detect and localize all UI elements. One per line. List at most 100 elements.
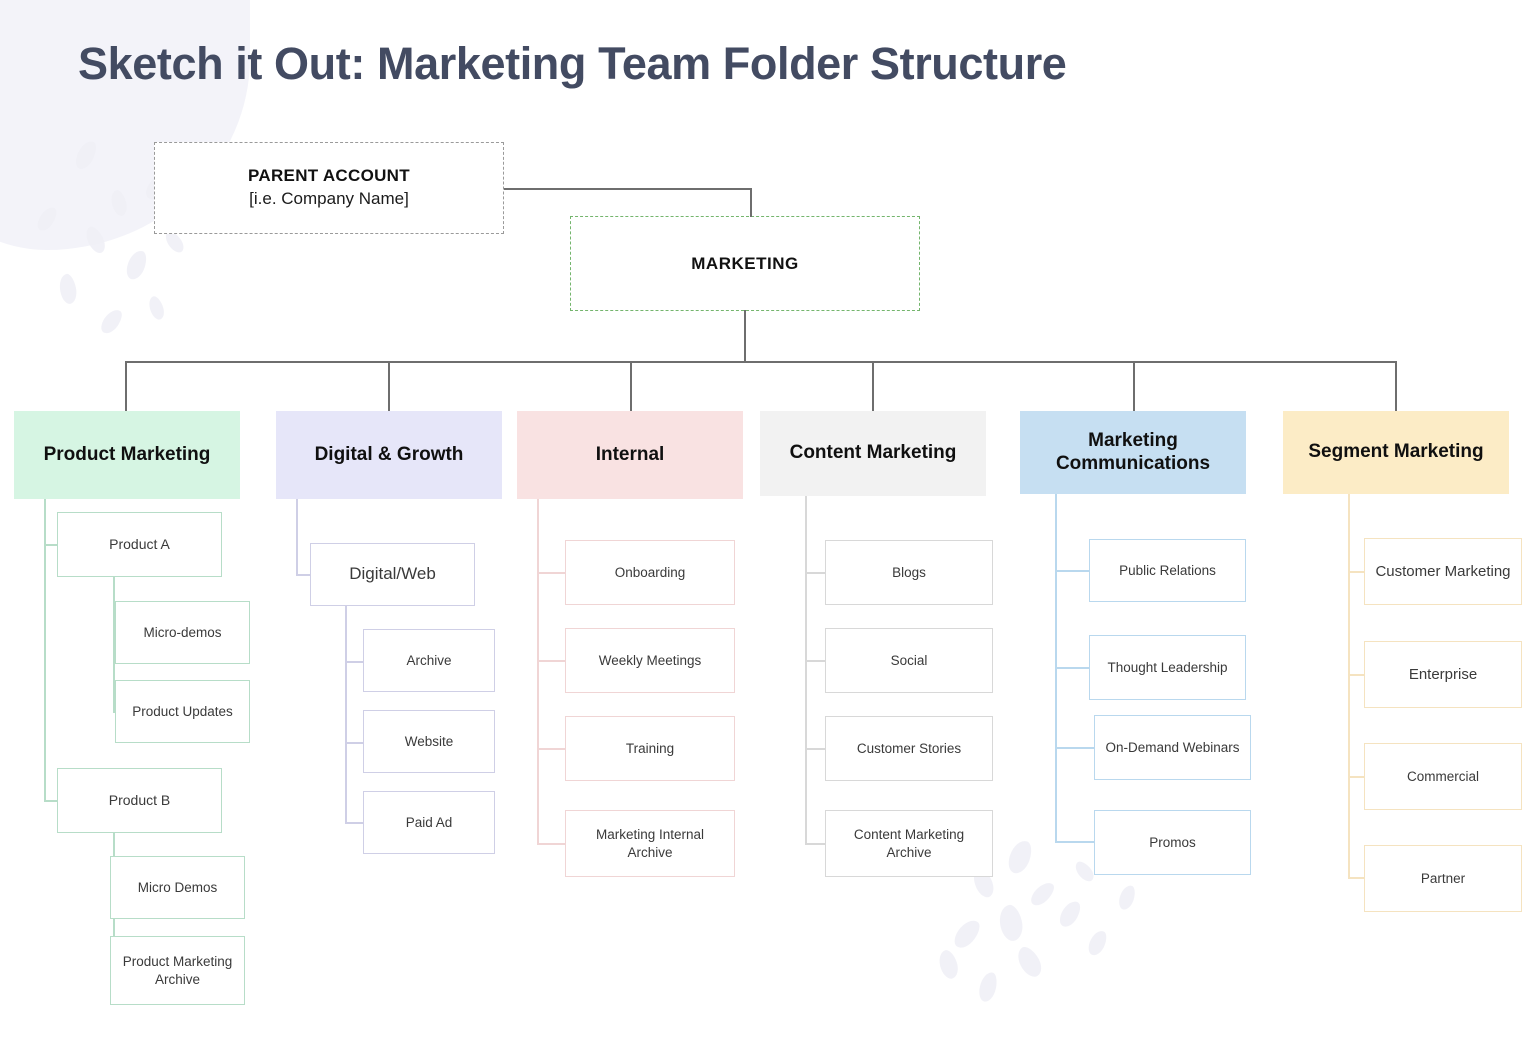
connector-c4-to-public-relations — [1055, 570, 1089, 572]
node-social[interactable]: Social — [825, 628, 993, 693]
connector-c3-to-social — [805, 660, 825, 662]
connector-digital-web-to-archive — [345, 661, 363, 663]
node-product-marketing-archive[interactable]: Product Marketing Archive — [110, 936, 245, 1005]
connector-parent-to-marketing-vertical — [750, 188, 752, 217]
decorative-petal — [123, 248, 150, 282]
decorative-petal — [108, 188, 130, 218]
page-title: Sketch it Out: Marketing Team Folder Str… — [78, 38, 1067, 89]
connector-digital-web-to-website — [345, 742, 363, 744]
node-on-demand-webinars[interactable]: On-Demand Webinars — [1094, 715, 1251, 780]
node-website[interactable]: Website — [363, 710, 495, 773]
connector-c2-spine — [537, 499, 539, 844]
node-weekly-meetings[interactable]: Weekly Meetings — [565, 628, 735, 693]
category-header-label: Content Marketing — [789, 442, 957, 464]
connector-parent-to-marketing-horizontal — [504, 188, 752, 190]
node-commercial[interactable]: Commercial — [1364, 743, 1522, 810]
decorative-petal — [977, 970, 999, 1004]
node-paid-ad[interactable]: Paid Ad — [363, 791, 495, 854]
connector-digital-web-to-paid-ad — [345, 822, 363, 824]
decorative-petal — [1027, 878, 1058, 910]
decorative-petal — [1012, 943, 1047, 981]
connector-category-bus — [125, 361, 1396, 363]
connector-c3-to-blogs — [805, 572, 825, 574]
node-label: Digital/Web — [349, 564, 436, 584]
node-partner[interactable]: Partner — [1364, 845, 1522, 912]
node-promos[interactable]: Promos — [1094, 810, 1251, 875]
decorative-petal — [97, 306, 126, 337]
category-header-segment-marketing[interactable]: Segment Marketing — [1283, 411, 1509, 494]
category-header-content-marketing[interactable]: Content Marketing — [760, 411, 986, 496]
connector-c2-to-training — [537, 748, 565, 750]
decorative-petal — [950, 915, 984, 953]
connector-c4-to-promos — [1055, 841, 1094, 843]
node-product-a[interactable]: Product A — [57, 512, 222, 577]
connector-c0-spine — [44, 499, 46, 801]
connector-c3-to-customer-stories — [805, 748, 825, 750]
decorative-petal — [1116, 883, 1138, 912]
decorative-petal — [1085, 928, 1110, 958]
connector-c3-to-cm-archive — [805, 843, 825, 845]
decorative-petal — [1005, 837, 1035, 877]
node-label: Enterprise — [1408, 665, 1478, 683]
connector-drop-marketing-communications — [1133, 361, 1135, 411]
node-label: Thought Leadership — [1107, 659, 1228, 675]
category-header-product-marketing[interactable]: Product Marketing — [14, 411, 240, 499]
category-header-label: Marketing Communications — [1055, 429, 1211, 474]
node-micro-demos-b[interactable]: Micro Demos — [110, 856, 245, 919]
connector-drop-content-marketing — [872, 361, 874, 411]
node-digital-web[interactable]: Digital/Web — [310, 543, 475, 606]
node-label: Customer Stories — [856, 740, 962, 756]
category-header-internal[interactable]: Internal — [517, 411, 743, 499]
connector-c1-spine — [296, 499, 298, 575]
category-header-label: Digital & Growth — [314, 443, 464, 465]
node-label: Commercial — [1406, 768, 1479, 784]
parent-account-box[interactable]: PARENT ACCOUNT [i.e. Company Name] — [154, 142, 504, 234]
connector-c5-to-commercial — [1348, 776, 1364, 778]
connector-drop-internal — [630, 361, 632, 411]
connector-c4-to-on-demand-webinars — [1055, 747, 1094, 749]
node-label: Product Marketing Archive — [122, 953, 233, 987]
node-label: Archive — [406, 652, 452, 668]
connector-c5-to-enterprise — [1348, 674, 1364, 676]
node-label: Micro-demos — [143, 624, 222, 640]
node-customer-marketing[interactable]: Customer Marketing — [1364, 538, 1522, 605]
category-header-label: Segment Marketing — [1308, 441, 1484, 463]
node-label: Customer Marketing — [1375, 562, 1511, 580]
connector-c4-spine — [1055, 494, 1057, 842]
node-label: On-Demand Webinars — [1105, 739, 1240, 755]
node-enterprise[interactable]: Enterprise — [1364, 641, 1522, 708]
decorative-petal — [82, 224, 109, 256]
parent-account-subtitle: [i.e. Company Name] — [249, 189, 409, 208]
node-training[interactable]: Training — [565, 716, 735, 781]
node-content-marketing-archive[interactable]: Content Marketing Archive — [825, 810, 993, 877]
connector-c4-to-thought-leadership — [1055, 667, 1089, 669]
node-archive[interactable]: Archive — [363, 629, 495, 692]
category-header-digital-growth[interactable]: Digital & Growth — [276, 411, 502, 499]
connector-drop-product-marketing — [125, 361, 127, 411]
node-onboarding[interactable]: Onboarding — [565, 540, 735, 605]
connector-c5-spine — [1348, 494, 1350, 878]
connector-c2-to-weekly-meetings — [537, 660, 565, 662]
node-thought-leadership[interactable]: Thought Leadership — [1089, 635, 1246, 700]
node-blogs[interactable]: Blogs — [825, 540, 993, 605]
node-label: Product B — [108, 792, 171, 809]
node-customer-stories[interactable]: Customer Stories — [825, 716, 993, 781]
node-label: Training — [625, 740, 675, 756]
decorative-petal — [72, 138, 100, 172]
decorative-petal — [1056, 897, 1084, 931]
node-marketing-internal-archive[interactable]: Marketing Internal Archive — [565, 810, 735, 877]
node-label: Social — [890, 652, 928, 668]
marketing-box[interactable]: MARKETING — [570, 216, 920, 311]
node-label: Marketing Internal Archive — [595, 826, 705, 860]
node-label: Content Marketing Archive — [853, 826, 965, 860]
connector-marketing-drop — [744, 310, 746, 362]
category-header-marketing-communications[interactable]: Marketing Communications — [1020, 411, 1246, 494]
node-product-b[interactable]: Product B — [57, 768, 222, 833]
node-label: Onboarding — [614, 564, 686, 580]
node-micro-demos-a[interactable]: Micro-demos — [115, 601, 250, 664]
connector-c0-to-product-a — [44, 544, 57, 546]
connector-drop-digital-growth — [388, 361, 390, 411]
node-public-relations[interactable]: Public Relations — [1089, 539, 1246, 602]
node-product-updates[interactable]: Product Updates — [115, 680, 250, 743]
category-header-label: Internal — [595, 443, 665, 465]
